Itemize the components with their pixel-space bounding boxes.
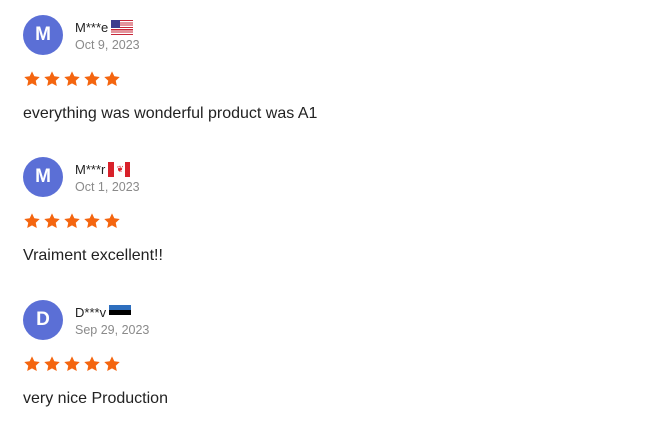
us-flag-icon	[111, 19, 134, 35]
star-icon	[43, 212, 61, 230]
avatar: D	[23, 300, 63, 340]
star-icon	[23, 355, 41, 373]
star-icon	[23, 212, 41, 230]
review-date: Oct 1, 2023	[75, 180, 140, 194]
avatar: M	[23, 157, 63, 197]
star-rating	[23, 70, 643, 90]
review-item: M M***e Oct 9, 2023 everything was wonde…	[23, 15, 643, 124]
star-icon	[83, 212, 101, 230]
star-icon	[103, 70, 121, 88]
review-date: Oct 9, 2023	[75, 38, 140, 52]
star-icon	[63, 70, 81, 88]
star-icon	[103, 355, 121, 373]
reviewer-name-row: D***v	[75, 303, 149, 321]
reviewer-meta: M***r ❦ Oct 1, 2023	[75, 160, 140, 194]
reviewer-name: M***e	[75, 19, 109, 35]
reviewer-name: M***r	[75, 161, 106, 177]
reviewer-name-row: M***r ❦	[75, 160, 140, 178]
review-header: M M***e Oct 9, 2023	[23, 15, 643, 55]
star-rating	[23, 212, 643, 232]
ca-flag-icon: ❦	[108, 161, 131, 177]
review-text: very nice Production	[23, 390, 168, 407]
avatar: M	[23, 15, 63, 55]
review-date: Sep 29, 2023	[75, 323, 150, 337]
reviewer-name: D***v	[75, 304, 107, 320]
reviewer-meta: M***e Oct 9, 2023	[75, 18, 140, 52]
star-rating	[23, 355, 643, 375]
review-text: Vraiment excellent!!	[23, 247, 163, 264]
star-icon	[83, 355, 101, 373]
star-icon	[43, 70, 61, 88]
review-item: M M***r ❦ Oct 1, 2023 Vraiment excellent…	[23, 157, 643, 266]
review-header: D D***v Sep 29, 2023	[23, 300, 643, 340]
star-icon	[63, 355, 81, 373]
review-item: D D***v Sep 29, 2023 very nice Productio…	[23, 300, 643, 409]
star-icon	[43, 355, 61, 373]
review-header: M M***r ❦ Oct 1, 2023	[23, 157, 643, 197]
star-icon	[23, 70, 41, 88]
reviewer-meta: D***v Sep 29, 2023	[75, 303, 149, 337]
review-text: everything was wonderful product was A1	[23, 105, 318, 122]
reviews-list: M M***e Oct 9, 2023 everything was wonde…	[0, 0, 659, 425]
ee-flag-icon	[109, 304, 132, 320]
star-icon	[83, 70, 101, 88]
star-icon	[103, 212, 121, 230]
reviewer-name-row: M***e	[75, 18, 140, 36]
star-icon	[63, 212, 81, 230]
